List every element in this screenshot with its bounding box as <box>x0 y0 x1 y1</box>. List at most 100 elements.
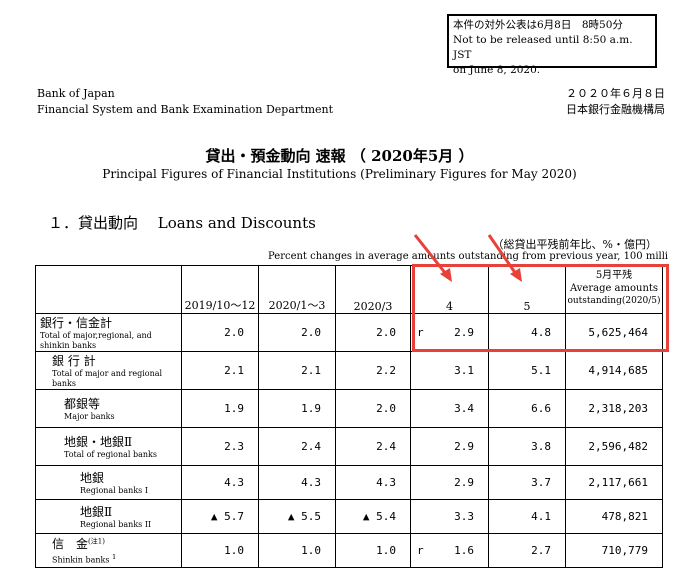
cell-value: 4.1 <box>531 510 551 523</box>
revision-mark: r <box>417 544 424 557</box>
table-cell: 1.0 <box>181 533 259 568</box>
table-cell: 4.1 <box>488 499 566 534</box>
cell-value: 2.1 <box>224 364 244 377</box>
table-cell: 1.0 <box>258 533 336 568</box>
cell-value: 2.4 <box>376 440 396 453</box>
cell-value: 5.1 <box>531 364 551 377</box>
dept-name: Financial System and Bank Examination De… <box>37 103 334 116</box>
row-label: 信 金(注1) Shinkin banks 1 <box>35 533 182 568</box>
table-cell: 3.8 <box>488 427 566 466</box>
table-cell: 2,318,203 <box>565 389 663 428</box>
cell-value: 6.6 <box>531 402 551 415</box>
table-cell: 6.6 <box>488 389 566 428</box>
notice-line-1: 本件の対外公表は6月8日 8時50分 <box>453 19 623 31</box>
row-label: 銀行・信金計 Total of major,regional, and shink… <box>35 313 182 352</box>
row-label-en-text: Shinkin <box>52 555 83 565</box>
col-header: 2020/1～3 <box>258 265 336 314</box>
cell-value: 2,117,661 <box>588 476 648 489</box>
row-label: 地銀 Regional banks I <box>35 465 182 500</box>
table-cell: 1.9 <box>258 389 336 428</box>
table-cell: 2.7 <box>488 533 566 568</box>
row-label-jp: 銀行・信金計 <box>40 316 113 330</box>
cell-value: 4.3 <box>301 476 321 489</box>
row-label-en: Total of major,regional, and shinkin ban… <box>40 331 181 351</box>
col-header: 2020/3 <box>335 265 411 314</box>
row-label: 地銀Ⅱ Regional banks II <box>35 499 182 534</box>
table-cell: 2.1 <box>258 351 336 390</box>
table-row: 信 金(注1) Shinkin banks 1 1.0 1.0 1.0 r 1.6 2.7 71… <box>35 533 663 568</box>
table-cell: 2.0 <box>335 389 411 428</box>
table-cell: 4,914,685 <box>565 351 663 390</box>
cell-value: 2.0 <box>224 326 244 339</box>
notice-line-3: on June 8, 2020. <box>453 64 541 76</box>
row-label-en-text: Regional banks I <box>80 486 148 495</box>
cell-value: 1.9 <box>224 402 244 415</box>
cell-value: 2.0 <box>376 402 396 415</box>
cell-value: ▲ 5.4 <box>362 510 396 523</box>
cell-value: 2.1 <box>301 364 321 377</box>
row-label-en: Regional banks I <box>80 486 181 496</box>
table-cell: 5.1 <box>488 351 566 390</box>
row-label-en: Total of major and regional banks <box>52 369 181 389</box>
red-arrow-icon <box>413 234 452 282</box>
row-label-en-text: Total of major and regional banks <box>52 369 163 388</box>
table-row: 地銀 Regional banks I 4.3 4.3 4.3 2.9 3.7 2,117,6… <box>35 465 663 500</box>
cell-value: 2.3 <box>224 440 244 453</box>
dept-name-jp: 日本銀行金融機構局 <box>566 103 665 116</box>
org-name: Bank of Japan <box>37 87 115 100</box>
red-arrow-icon <box>487 234 522 282</box>
table-cell: 4.3 <box>335 465 411 500</box>
cell-value: 4,914,685 <box>588 364 648 377</box>
cell-value: ▲ 5.7 <box>210 510 244 523</box>
cell-value: 4.3 <box>376 476 396 489</box>
row-note: (注1) <box>88 537 105 546</box>
row-label: 銀 行 計 Total of major and regional banks <box>35 351 182 390</box>
cell-value: ▲ 5.5 <box>287 510 321 523</box>
cell-value: 2.0 <box>376 326 396 339</box>
header-blank <box>35 265 182 314</box>
cell-value: 2.0 <box>301 326 321 339</box>
cell-value: 3.1 <box>454 364 474 377</box>
table-cell: 2.3 <box>181 427 259 466</box>
page-subtitle: Principal Figures of Financial Instituti… <box>102 167 577 181</box>
table-cell: 1.9 <box>181 389 259 428</box>
table-cell: 2.9 <box>410 427 489 466</box>
table-cell: 4.3 <box>181 465 259 500</box>
table-cell: 2.9 <box>410 465 489 500</box>
row-label-en: Total of regional banks <box>64 450 181 460</box>
table-cell: 2,117,661 <box>565 465 663 500</box>
cell-value: 3.4 <box>454 402 474 415</box>
notice-line-2: Not to be released until 8:50 a.m. JST <box>453 34 633 61</box>
cell-value: 2,596,482 <box>588 440 648 453</box>
row-label-jp: 都銀等 <box>64 397 101 411</box>
cell-value: 3.8 <box>531 440 551 453</box>
row-label-sup: 1 <box>112 553 117 562</box>
table-cell: 2.0 <box>181 313 259 352</box>
row-label-en-text: Major banks <box>64 412 115 421</box>
table-cell: 2.0 <box>258 313 336 352</box>
org-info-left: Bank of Japan Financial System and Bank … <box>37 86 333 118</box>
table-cell: 3.4 <box>410 389 489 428</box>
row-label-en-text: Regional banks II <box>80 520 152 529</box>
table-row: 銀 行 計 Total of major and regional banks 2.… <box>35 351 663 390</box>
row-label-en-text: Total of regional banks <box>64 450 158 459</box>
table-cell: 3.3 <box>410 499 489 534</box>
table-cell: ▲ 5.4 <box>335 499 411 534</box>
release-notice-box: 本件の対外公表は6月8日 8時50分 Not to be released un… <box>447 14 657 76</box>
row-label-en: Shinkin banks 1 <box>52 552 181 566</box>
cell-value: 4.3 <box>224 476 244 489</box>
org-info-right: ２０２０年６月８日 日本銀行金融機構局 <box>566 86 665 118</box>
cell-value: 710,779 <box>601 544 648 557</box>
cell-value: 3.3 <box>454 510 474 523</box>
table-cell: 2,596,482 <box>565 427 663 466</box>
row-label-en2: banks <box>85 555 110 565</box>
row-label-jp: 銀 行 計 <box>52 354 96 368</box>
row-label: 都銀等 Major banks <box>35 389 182 428</box>
section-heading: １．貸出動向 Loans and Discounts <box>48 214 316 232</box>
cell-value: 2.9 <box>454 476 474 489</box>
cell-value: 1.0 <box>301 544 321 557</box>
table-cell: 2.1 <box>181 351 259 390</box>
row-label-en: Major banks <box>64 412 181 422</box>
table-cell: 2.2 <box>335 351 411 390</box>
cell-value: 1.6 <box>454 544 474 557</box>
